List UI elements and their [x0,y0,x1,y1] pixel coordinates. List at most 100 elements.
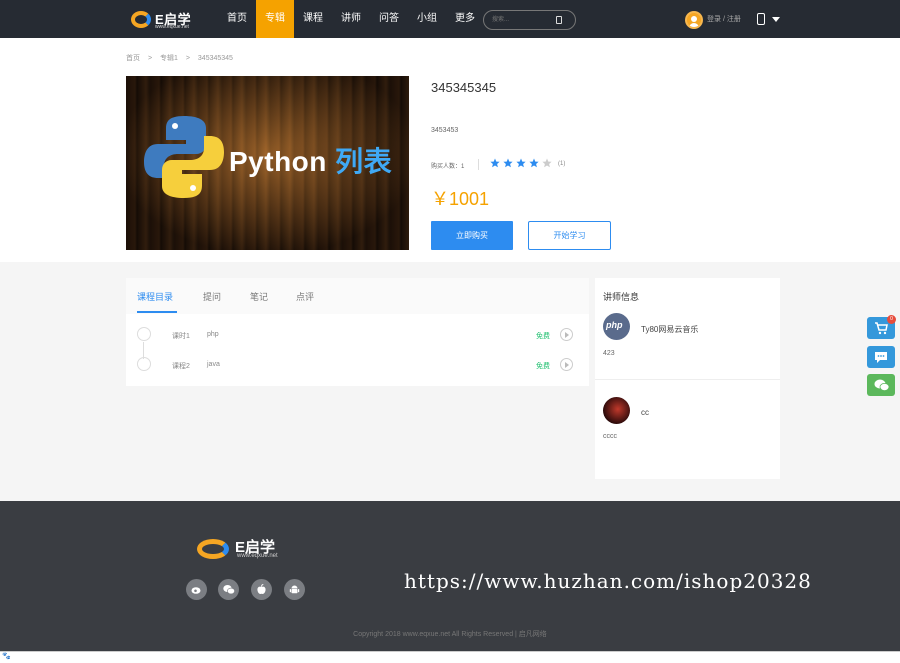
buy-now-button[interactable]: 立即购买 [431,221,513,250]
nav-courses[interactable]: 课程 [294,0,332,38]
lesson-item[interactable]: 课程2 java 免费 [126,350,589,380]
divider [595,379,780,380]
star-filled-icon [516,158,526,168]
logo-mark-icon [131,11,151,28]
tab-reviews[interactable]: 点评 [296,290,314,303]
teacher-name[interactable]: Ty80网易云音乐 [641,324,698,335]
star-filled-icon [529,158,539,168]
logo-mark-icon [197,539,229,559]
avatar-text: php [606,320,623,330]
teacher-name[interactable]: cc [641,408,649,417]
cover-title-en: Python [229,146,327,177]
nav-more[interactable]: 更多 [446,0,484,38]
teacher-desc: 423 [603,350,615,357]
footer-logo-url: www.eqxue.net [237,553,278,559]
play-icon[interactable] [560,328,573,341]
lesson-name[interactable]: php [207,331,219,338]
play-icon[interactable] [560,358,573,371]
search-box [483,10,576,30]
star-filled-icon [490,158,500,168]
chat-button[interactable] [867,346,895,368]
course-cover-image: Python 列表 [126,76,409,250]
nav-groups[interactable]: 小组 [408,0,446,38]
top-header: E启学 www.eqxue.net 首页 专辑 课程 讲师 问答 小组 更多 登… [0,0,900,38]
lesson-name[interactable]: java [207,361,220,368]
android-icon [289,585,300,594]
wechat-icon [874,379,890,391]
login-register: 登录 / 注册 [707,14,741,24]
weibo-icon [191,587,201,594]
course-subtitle: 3453453 [431,127,459,134]
lesson-number: 课时1 [172,333,190,340]
tab-notes[interactable]: 笔记 [250,290,268,303]
star-empty-icon [542,158,552,168]
user-avatar-icon[interactable] [685,11,703,29]
register-link[interactable]: 注册 [727,16,741,23]
buyer-count: 购买人数：1 [431,164,465,170]
rating-stars [490,158,555,168]
lesson-dot-icon [137,357,151,371]
star-filled-icon [503,158,513,168]
course-price: ￥1001 [431,189,490,209]
apple-icon [257,584,266,594]
teacher-info-panel: 讲师信息 php Ty80网易云音乐 423 cc cccc [595,278,780,479]
nav-albums[interactable]: 专辑 [256,0,294,38]
tab-catalog[interactable]: 课程目录 [137,290,173,303]
paw-icon[interactable]: 🐾 [2,652,11,661]
breadcrumb-current: 345345345 [197,55,233,62]
lesson-number: 课程2 [172,363,190,370]
watermark-text: https://www.huzhan.com/ishop20328 [404,569,812,593]
lesson-item[interactable]: 课时1 php 免费 [126,320,589,350]
apple-button[interactable] [251,579,272,600]
site-logo[interactable]: E启学 www.eqxue.net [131,9,201,31]
tab-questions[interactable]: 提问 [203,290,221,303]
bottom-strip [0,651,900,663]
android-button[interactable] [284,579,305,600]
logo-url: www.eqxue.net [155,24,189,30]
cart-badge: 0 [887,315,896,324]
breadcrumb-separator: > [185,55,190,62]
page-footer: E启学 www.eqxue.net https://www.huzhan.com… [0,501,900,651]
breadcrumb-home[interactable]: 首页 [126,55,140,62]
chevron-down-icon[interactable] [772,17,780,22]
chat-icon [875,352,887,363]
main-nav: 首页 专辑 课程 讲师 问答 小组 更多 [218,0,484,38]
course-catalog: 课程目录 提问 笔记 点评 课时1 php 免费 课程2 java 免费 [126,278,589,386]
weibo-button[interactable] [186,579,207,600]
breadcrumb: 首页 > 专辑1 > 345345345 [126,53,239,63]
nav-teachers[interactable]: 讲师 [332,0,370,38]
rating-count: (1) [558,161,566,167]
catalog-tabs: 课程目录 提问 笔记 点评 [126,278,589,314]
lesson-dot-icon [137,327,151,341]
start-learning-button[interactable]: 开始学习 [528,221,611,250]
wechat-icon [223,585,235,595]
wechat-button[interactable] [867,374,895,396]
course-title: 345345345 [431,80,497,95]
search-icon[interactable] [556,16,562,24]
copyright-text: Copyright 2018 www.eqxue.net All Rights … [353,631,547,638]
python-logo-icon [144,116,224,198]
nav-home[interactable]: 首页 [218,0,256,38]
teacher-avatar[interactable] [603,397,630,424]
divider [478,159,479,170]
search-input[interactable] [492,14,552,26]
teacher-avatar[interactable]: php [603,313,630,340]
course-hero: 首页 > 专辑1 > 345345345 Python 列表 345345345… [0,38,900,262]
nav-qa[interactable]: 问答 [370,0,408,38]
breadcrumb-separator: > [147,55,153,62]
active-tab-indicator [137,311,177,313]
teacher-desc: cccc [603,433,617,440]
login-link[interactable]: 登录 [707,16,721,23]
cart-icon [875,322,888,335]
breadcrumb-album[interactable]: 专辑1 [160,55,178,62]
mobile-icon[interactable] [757,13,765,25]
teacher-panel-title: 讲师信息 [603,292,640,302]
free-badge: 免费 [536,333,550,340]
timeline-connector [143,342,144,359]
footer-logo[interactable]: E启学 www.eqxue.net [197,536,307,562]
cover-title: Python 列表 [229,140,392,180]
cover-title-zh: 列表 [335,146,393,177]
wechat-social-button[interactable] [218,579,239,600]
login-separator: / [722,16,725,23]
free-badge: 免费 [536,363,550,370]
